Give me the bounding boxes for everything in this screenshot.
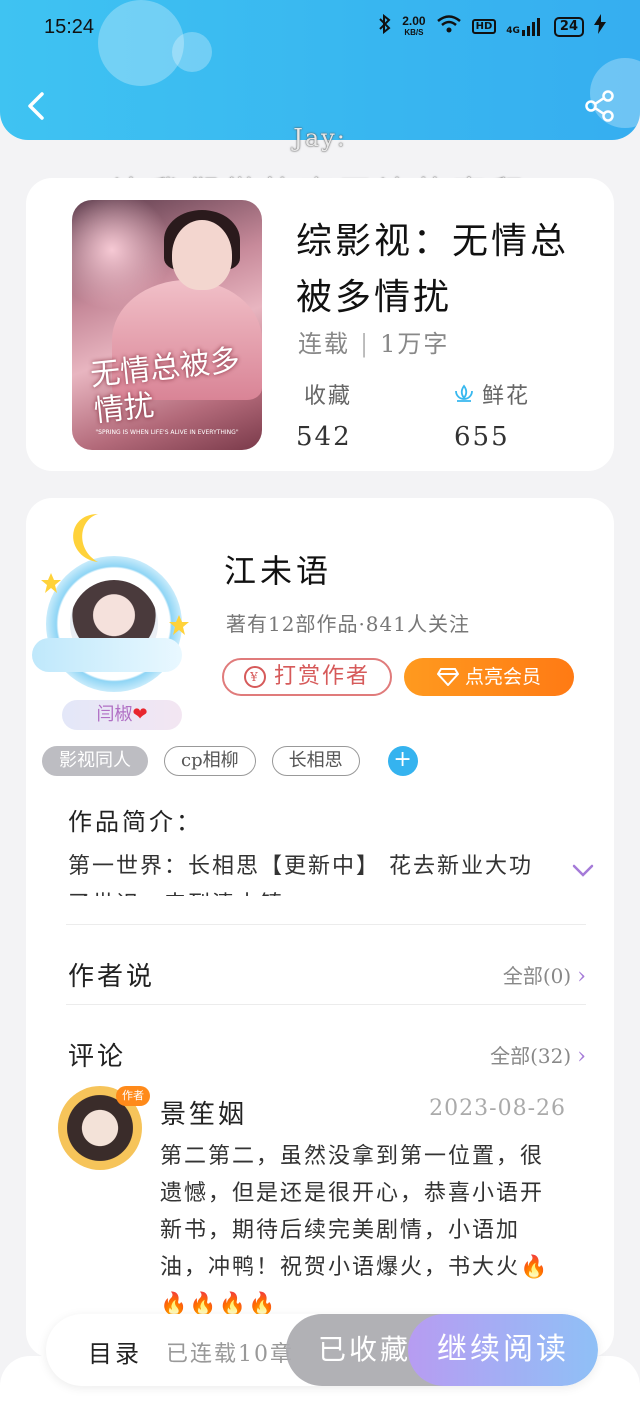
- author-card: 闫椒❤ 江未语 著有12部作品·841人关注 ¥ 打赏作者 点亮会员 影视同人 c…: [26, 498, 614, 1358]
- author-avatar[interactable]: 闫椒❤: [32, 510, 196, 730]
- book-title: 综影视：无情总被多情扰: [296, 221, 570, 318]
- chevron-down-icon: [572, 864, 594, 877]
- vip-membership-button[interactable]: 点亮会员: [404, 658, 574, 696]
- comments-all-link[interactable]: 全部(32) ›: [490, 1040, 586, 1069]
- share-icon: [585, 90, 614, 122]
- author-says-all-link[interactable]: 全部(0) ›: [503, 960, 586, 989]
- cover-tagline: "SPRING IS WHEN LIFE'S ALIVE IN EVERYTHI…: [95, 429, 239, 436]
- chevron-right-icon: ›: [577, 1044, 586, 1069]
- bluetooth-icon: [378, 13, 392, 39]
- book-status: 连载 | 1万字: [298, 330, 450, 358]
- author-title-pill: 闫椒❤: [62, 700, 182, 730]
- author-name[interactable]: 江未语: [224, 546, 332, 592]
- genre-tag[interactable]: 影视同人: [42, 746, 148, 776]
- star-icon: [169, 615, 189, 635]
- divider: [66, 1004, 586, 1005]
- intro-text: 第一世界：长相思【更新中】 花去新业大功了世识，来到清水镇: [68, 854, 533, 896]
- charging-icon: [594, 14, 606, 39]
- book-cover[interactable]: 无情总被多情扰 "SPRING IS WHEN LIFE'S ALIVE IN …: [72, 200, 262, 450]
- flowers-count: 655: [454, 422, 510, 452]
- bottom-action-bar: 目录 已连载10章 已收藏 继续阅读: [46, 1314, 598, 1386]
- lotus-flower-icon: [455, 384, 473, 402]
- flowers-label[interactable]: 鲜花: [452, 378, 530, 410]
- author-says-title: 作者说: [68, 962, 156, 992]
- cover-title: 无情总被多情扰: [88, 342, 242, 430]
- intro-title: 作品简介：: [68, 808, 203, 836]
- cell-signal-icon: 4G: [506, 17, 544, 36]
- star-icon: [41, 573, 61, 593]
- chevron-left-icon: [28, 92, 44, 120]
- add-tag-button[interactable]: +: [387, 746, 418, 776]
- watermark-line1: Jay:: [293, 124, 347, 152]
- genre-tag[interactable]: cp相柳: [164, 746, 256, 776]
- continue-reading-button[interactable]: 继续阅读: [408, 1314, 598, 1386]
- author-meta: 著有12部作品·841人关注: [226, 612, 470, 636]
- comments-title: 评论: [68, 1042, 127, 1072]
- battery-indicator: 24: [553, 16, 584, 37]
- hd-badge: HD: [471, 19, 497, 34]
- coin-icon: ¥: [243, 666, 266, 688]
- heart-icon: ❤: [132, 704, 148, 725]
- favorites-label: 收藏: [304, 384, 353, 409]
- moon-icon: [73, 514, 98, 562]
- top-header: 15:24 2.00 KB/S HD 4G 24: [0, 0, 640, 140]
- diamond-icon: [436, 668, 460, 687]
- favorites-count: 542: [296, 422, 352, 452]
- expand-intro-button[interactable]: [570, 860, 596, 880]
- chevron-right-icon: ›: [577, 964, 586, 989]
- comment-text: 第二第二，虽然没拿到第一位置，很遗憾，但是还是很开心，恭喜小语开新书，期待后续完…: [160, 1144, 550, 1317]
- author-badge: 作者: [116, 1086, 150, 1106]
- status-icons: 2.00 KB/S HD 4G 24: [378, 13, 606, 39]
- commenter-name[interactable]: 景笙姻: [160, 1094, 247, 1131]
- back-button[interactable]: [20, 88, 56, 124]
- book-info-card: 无情总被多情扰 "SPRING IS WHEN LIFE'S ALIVE IN …: [26, 178, 614, 471]
- status-bar: 15:24 2.00 KB/S HD 4G 24: [0, 0, 640, 60]
- divider: [66, 924, 586, 925]
- share-button[interactable]: [582, 88, 618, 124]
- toc-button[interactable]: 目录: [88, 1334, 142, 1369]
- comment-date: 2023-08-26: [429, 1096, 566, 1121]
- genre-tag[interactable]: 长相思: [271, 746, 360, 776]
- network-speed: 2.00 KB/S: [402, 13, 426, 37]
- status-time: 15:24: [44, 16, 95, 38]
- toc-status[interactable]: 已连载10章: [166, 1336, 294, 1368]
- genre-tags: 影视同人 cp相柳 长相思 +: [42, 746, 418, 776]
- tip-author-button[interactable]: ¥ 打赏作者: [222, 658, 392, 696]
- wifi-icon: [436, 14, 462, 39]
